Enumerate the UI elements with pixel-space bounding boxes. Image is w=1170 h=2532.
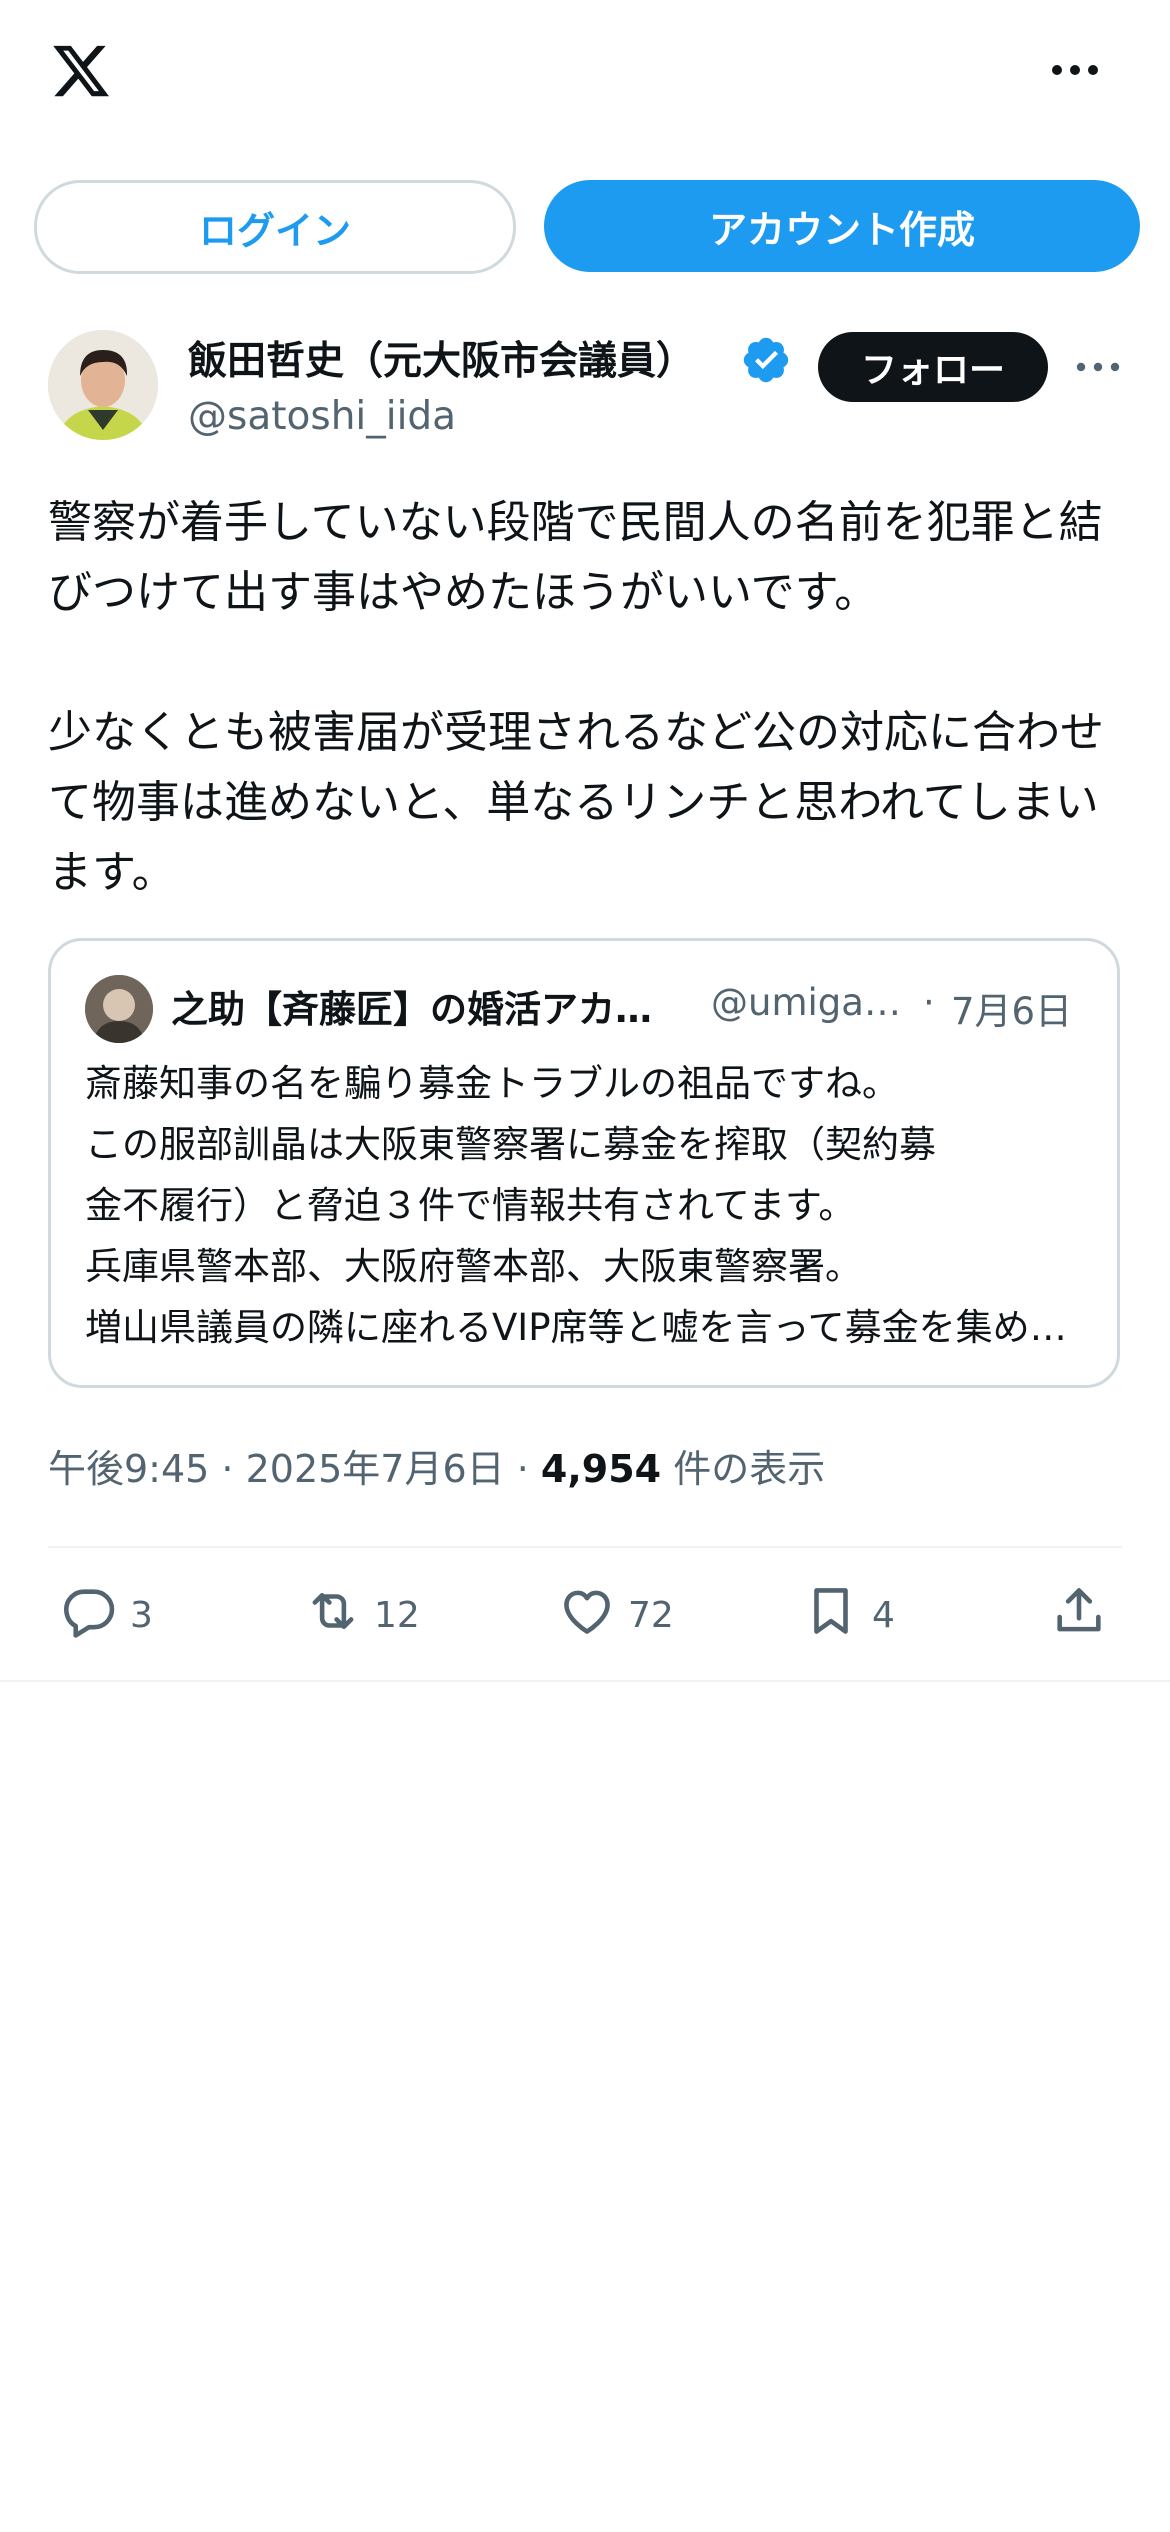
bookmark-count: 4 bbox=[872, 1594, 895, 1636]
x-logo-icon[interactable] bbox=[48, 40, 114, 102]
follow-button[interactable]: フォロー bbox=[818, 332, 1048, 402]
auth-buttons: ログイン アカウント作成 bbox=[34, 180, 1140, 274]
divider bbox=[0, 1680, 1170, 1682]
retweet-count: 12 bbox=[374, 1594, 420, 1636]
verified-badge-icon bbox=[740, 334, 792, 386]
separator: · bbox=[209, 1447, 246, 1491]
like-count: 72 bbox=[628, 1594, 674, 1636]
more-horizontal-icon[interactable] bbox=[1040, 50, 1110, 90]
action-bar: 3 12 72 4 bbox=[48, 1578, 1122, 1652]
avatar[interactable] bbox=[48, 330, 158, 440]
tweet-meta: 午後9:45 · 2025年7月6日 · 4,954 件の表示 bbox=[48, 1438, 825, 1493]
bookmark-button[interactable]: 4 bbox=[802, 1578, 895, 1652]
share-button[interactable] bbox=[1050, 1578, 1108, 1652]
more-horizontal-icon[interactable] bbox=[1068, 350, 1128, 384]
bookmark-icon bbox=[802, 1582, 860, 1649]
quoted-tweet[interactable]: 之助【斉藤匠】の婚活アカウント @umigame · 7月6日 斎藤知事の名を騙… bbox=[48, 938, 1120, 1388]
tweet-author: 飯田哲史（元大阪市会議員） @satoshi_iida フォロー bbox=[48, 320, 1128, 450]
author-name[interactable]: 飯田哲史（元大阪市会議員） bbox=[188, 330, 695, 386]
login-button[interactable]: ログイン bbox=[34, 180, 516, 274]
tweet-date[interactable]: 2025年7月6日 bbox=[246, 1447, 505, 1491]
signup-button[interactable]: アカウント作成 bbox=[544, 180, 1140, 272]
reply-count: 3 bbox=[130, 1594, 153, 1636]
quoted-text-line: 金不履行）と脅迫３件で情報共有されてます。 bbox=[85, 1184, 856, 1227]
tweet-time[interactable]: 午後9:45 bbox=[48, 1447, 209, 1491]
separator: · bbox=[504, 1447, 541, 1491]
quoted-text-line: この服部訓晶は大阪東警察署に募金を搾取（契約募 bbox=[85, 1123, 936, 1166]
reply-icon bbox=[60, 1582, 118, 1649]
quoted-text-line: 増山県議員の隣に座れるVIP席等と嘘を言って募金を集めていました。 bbox=[85, 1306, 1085, 1349]
separator: · bbox=[923, 981, 935, 1024]
share-icon bbox=[1050, 1582, 1108, 1649]
quoted-text: 斎藤知事の名を騙り募金トラブルの祖品ですね。 この服部訓晶は大阪東警察署に募金を… bbox=[85, 1053, 1085, 1363]
top-bar bbox=[0, 0, 1170, 150]
quoted-author-name[interactable]: 之助【斉藤匠】の婚活アカウント bbox=[171, 979, 671, 1033]
retweet-icon bbox=[304, 1582, 362, 1649]
quoted-date[interactable]: 7月6日 bbox=[951, 981, 1072, 1035]
divider bbox=[48, 1546, 1122, 1548]
avatar[interactable] bbox=[85, 975, 153, 1043]
quoted-author-handle[interactable]: @umigame bbox=[711, 981, 901, 1024]
tweet-text: 警察が着手していない段階で民間人の名前を犯罪と結びつけて出す事はやめたほうがいい… bbox=[48, 497, 1104, 898]
like-button[interactable]: 72 bbox=[558, 1578, 674, 1652]
retweet-button[interactable]: 12 bbox=[304, 1578, 420, 1652]
views-count: 4,954 bbox=[540, 1447, 662, 1491]
quoted-text-line: 兵庫県警本部、大阪府警本部、大阪東警察署。 bbox=[85, 1245, 862, 1288]
heart-icon bbox=[558, 1582, 616, 1649]
reply-button[interactable]: 3 bbox=[60, 1578, 153, 1652]
views-label: 件の表示 bbox=[661, 1447, 826, 1491]
quoted-text-line: 斎藤知事の名を騙り募金トラブルの祖品ですね。 bbox=[85, 1062, 899, 1105]
author-handle[interactable]: @satoshi_iida bbox=[188, 394, 456, 439]
